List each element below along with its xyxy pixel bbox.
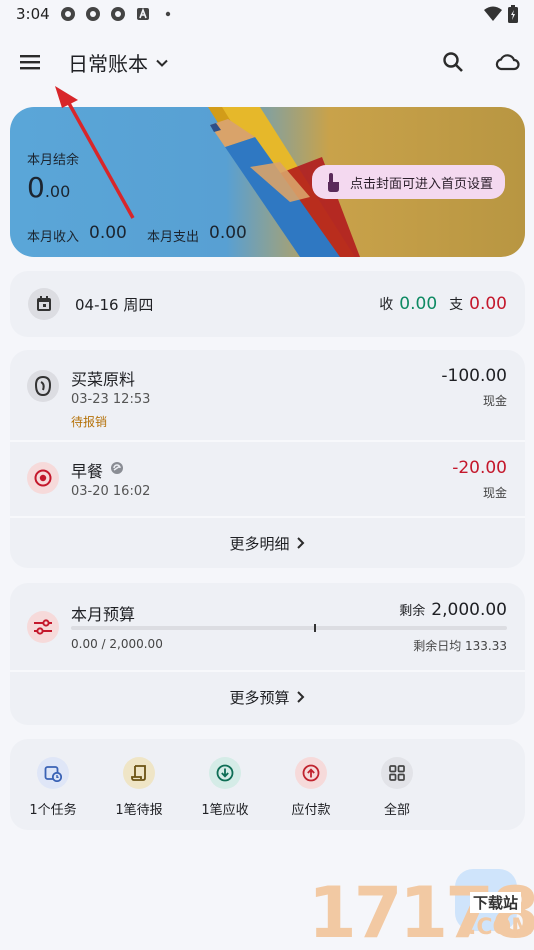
quick-actions-card: 1个任务 1笔待报 1笔应收 应付款 全部 (10, 739, 525, 830)
arrow-down-circle-icon (216, 764, 234, 782)
balance-decimal: .00 (44, 182, 71, 201)
calendar-clock-icon (44, 766, 62, 782)
app-notification-icon (85, 7, 100, 21)
chevron-down-icon (156, 59, 168, 67)
quick-action-icon-wrap (123, 757, 155, 789)
quick-action-icon-wrap (209, 757, 241, 789)
grid-icon (389, 765, 405, 781)
arrow-up-circle-icon (302, 764, 320, 782)
today-totals: 收 0.00 支 0.00 (379, 294, 507, 314)
quick-action-label: 1个任务 (29, 803, 77, 818)
recurring-icon (111, 462, 123, 474)
more-dot-icon (165, 11, 170, 17)
budget-used: 0.00 / 2,000.00 (71, 637, 163, 651)
budget-remaining-value: 2,000.00 (431, 600, 507, 620)
month-balance-label: 本月结余 (27, 153, 80, 168)
quick-action-label: 1笔应收 (201, 803, 249, 818)
cover-card[interactable]: 本月结余 0.00 本月收入 0.00 本月支出 0.00 点击封面可进入首页设… (10, 107, 525, 257)
breakfast-icon (34, 469, 52, 487)
today-summary-card[interactable]: 04-16 周四 收 0.00 支 0.00 (10, 271, 525, 337)
quick-action-pending-reimburse[interactable]: 1笔待报 (96, 739, 182, 830)
more-details-link[interactable]: 更多明细 (10, 518, 525, 568)
quick-action-tasks[interactable]: 1个任务 (10, 739, 96, 830)
chevron-right-icon (296, 691, 304, 703)
transaction-title: 早餐 (71, 462, 104, 481)
transaction-title: 买菜原料 (71, 370, 136, 389)
watermark-domain: .COM (468, 915, 534, 940)
app-bar: 日常账本 (0, 38, 534, 86)
groceries-icon (34, 376, 52, 396)
transaction-amount: -100.00 (441, 366, 507, 386)
calendar-icon-wrap (28, 288, 60, 320)
quick-action-receivable[interactable]: 1笔应收 (182, 739, 268, 830)
more-budget-label: 更多预算 (229, 688, 290, 707)
budget-remaining-label: 剩余 (399, 604, 426, 619)
today-income-label: 收 (379, 297, 394, 313)
quick-action-icon-wrap (295, 757, 327, 789)
cover-tip-text: 点击封面可进入首页设置 (350, 176, 494, 192)
quick-action-icon-wrap (37, 757, 69, 789)
budget-card: 本月预算 剩余 2,000.00 0.00 / 2,000.00 剩余日均 13… (10, 583, 525, 725)
quick-action-label: 全部 (383, 803, 410, 818)
app-notification-icon (110, 7, 125, 21)
chevron-right-icon (296, 537, 304, 549)
app-notification-icon (60, 7, 75, 21)
sliders-icon (34, 619, 52, 635)
transaction-amount: -20.00 (452, 458, 507, 478)
tap-hand-icon (328, 173, 339, 192)
menu-icon[interactable] (18, 50, 44, 74)
transaction-time: 03-23 12:53 (71, 392, 151, 407)
receipt-icon (131, 765, 146, 781)
budget-title: 本月预算 (71, 605, 136, 624)
budget-daily-average: 剩余日均 133.33 (413, 639, 507, 653)
today-date: 04-16 周四 (75, 295, 154, 314)
search-icon[interactable] (441, 50, 465, 74)
calendar-icon (37, 296, 51, 311)
quick-action-icon-wrap (381, 757, 413, 789)
budget-time-marker (314, 624, 316, 632)
month-income-label: 本月收入 (27, 230, 80, 245)
breakfast-icon-wrap (27, 462, 59, 494)
more-budget-link[interactable]: 更多预算 (10, 672, 525, 722)
today-expense-value: 0.00 (469, 294, 507, 314)
today-expense-label: 支 (449, 297, 464, 313)
book-selector[interactable]: 日常账本 (68, 48, 170, 77)
quick-action-label: 1笔待报 (115, 803, 163, 818)
transaction-row[interactable]: 买菜原料 03-23 12:53 待报销 -100.00 现金 (10, 350, 525, 438)
groceries-icon-wrap (27, 370, 59, 402)
more-details-label: 更多明细 (229, 534, 290, 553)
battery-icon (508, 5, 518, 23)
book-title: 日常账本 (68, 52, 148, 76)
watermark-site: 下载站 (470, 892, 522, 913)
quick-action-all[interactable]: 全部 (354, 739, 440, 830)
cloud-sync-icon[interactable] (494, 50, 520, 74)
month-balance: 0.00 (27, 171, 70, 204)
quick-action-payable[interactable]: 应付款 (268, 739, 354, 830)
quick-action-label: 应付款 (291, 803, 331, 818)
budget-remaining: 剩余 2,000.00 (399, 600, 507, 620)
font-notification-icon (136, 7, 149, 20)
transaction-account: 现金 (482, 394, 507, 408)
balance-integer: 0 (27, 171, 45, 204)
month-income-value: 0.00 (89, 223, 127, 243)
budget-icon-wrap (27, 611, 59, 643)
wifi-icon (484, 6, 502, 21)
reimburse-pending-tag: 待报销 (71, 415, 108, 429)
today-income-value: 0.00 (399, 294, 438, 314)
month-expense-label: 本月支出 (147, 230, 200, 245)
month-expense-value: 0.00 (209, 223, 247, 243)
status-bar: 3:04 (0, 0, 534, 28)
budget-progress-bar (71, 624, 507, 632)
transaction-account: 现金 (482, 486, 507, 500)
status-time: 3:04 (16, 5, 50, 23)
cover-settings-tip[interactable]: 点击封面可进入首页设置 (312, 165, 506, 199)
transaction-time: 03-20 16:02 (71, 484, 151, 499)
recent-transactions-card: 买菜原料 03-23 12:53 待报销 -100.00 现金 早餐 03-20… (10, 350, 525, 568)
